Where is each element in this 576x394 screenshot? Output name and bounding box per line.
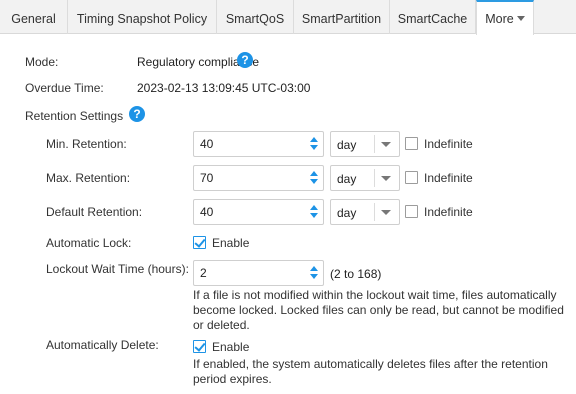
min-retention-unit: day [337,138,357,152]
tab-smartpartition-label: SmartPartition [301,12,382,26]
automatically-delete-checkbox[interactable] [193,340,206,353]
chevron-down-icon [516,16,525,22]
tab-timing-snapshot-policy[interactable]: Timing Snapshot Policy [68,0,217,34]
chevron-down-icon [381,176,391,181]
retention-settings-heading: Retention Settings [25,109,124,123]
automatically-delete-label: Automatically Delete: [46,338,159,352]
max-retention-unit-select[interactable]: day [330,165,400,191]
min-retention-label: Min. Retention: [46,137,127,151]
mode-help-icon[interactable]: ? [237,52,253,68]
spinner-arrows-icon[interactable] [310,136,318,152]
tab-general-label: General [11,12,56,26]
mode-label: Mode: [25,55,59,69]
lockout-wait-time-input[interactable]: 2 [193,260,324,286]
tab-smartqos[interactable]: SmartQoS [217,0,294,34]
max-retention-label: Max. Retention: [46,171,131,185]
chevron-down-icon [381,210,391,215]
default-retention-unit-select[interactable]: day [330,199,400,225]
lockout-wait-time-range: (2 to 168) [330,267,382,281]
automatic-lock-label: Automatic Lock: [46,236,132,250]
max-retention-unit: day [337,172,357,186]
max-retention-indefinite-label: Indefinite [424,171,473,185]
overdue-time-value: 2023-02-13 13:09:45 UTC-03:00 [137,81,311,95]
tab-more[interactable]: More [476,0,534,35]
default-retention-unit: day [337,206,357,220]
select-divider [374,169,375,187]
automatically-delete-description: If enabled, the system automatically del… [193,357,548,386]
automatically-delete-enable-label: Enable [212,340,250,354]
default-retention-label: Default Retention: [46,205,143,219]
min-retention-input[interactable]: 40 [193,131,324,157]
select-divider [374,203,375,221]
spinner-arrows-icon[interactable] [310,170,318,186]
tab-smartcache[interactable]: SmartCache [390,0,476,34]
tab-general[interactable]: General [0,0,68,34]
overdue-time-label: Overdue Time: [25,81,104,95]
retention-help-glyph: ? [133,107,141,121]
select-divider [374,135,375,153]
min-retention-value: 40 [200,137,214,151]
spinner-arrows-icon[interactable] [310,204,318,220]
lockout-wait-time-label: Lockout Wait Time (hours): [46,262,189,276]
default-retention-value: 40 [200,205,214,219]
max-retention-value: 70 [200,171,214,185]
tab-more-label: More [485,12,514,26]
max-retention-indefinite-checkbox[interactable] [405,171,418,184]
lockout-wait-time-description: If a file is not modified within the loc… [193,288,564,332]
tab-smartpartition[interactable]: SmartPartition [294,0,390,34]
tab-smartcache-label: SmartCache [397,12,468,26]
default-retention-input[interactable]: 40 [193,199,324,225]
mode-help-glyph: ? [241,53,249,67]
automatic-lock-enable-label: Enable [212,236,250,250]
tab-timing-snapshot-policy-label: Timing Snapshot Policy [76,12,208,26]
default-retention-indefinite-label: Indefinite [424,205,473,219]
lockout-wait-time-value: 2 [200,266,207,280]
default-retention-indefinite-checkbox[interactable] [405,205,418,218]
min-retention-indefinite-label: Indefinite [424,137,473,151]
tab-smartqos-label: SmartQoS [225,12,285,26]
chevron-down-icon [381,142,391,147]
tab-bar: General Timing Snapshot Policy SmartQoS … [0,0,576,35]
max-retention-input[interactable]: 70 [193,165,324,191]
spinner-arrows-icon[interactable] [310,265,318,281]
retention-help-icon[interactable]: ? [129,106,145,122]
automatic-lock-checkbox[interactable] [193,236,206,249]
min-retention-indefinite-checkbox[interactable] [405,137,418,150]
min-retention-unit-select[interactable]: day [330,131,400,157]
